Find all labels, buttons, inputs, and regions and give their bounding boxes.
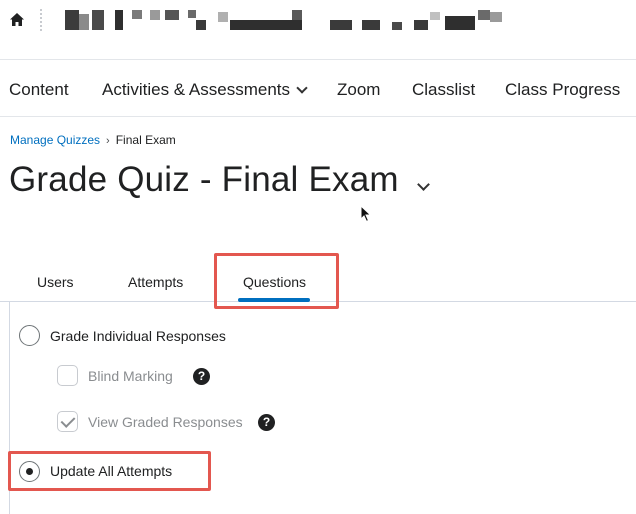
nav-item-activities-assessments[interactable]: Activities & Assessments xyxy=(102,80,308,100)
nav-item-label: Class Progress xyxy=(505,80,621,99)
help-icon[interactable]: ? xyxy=(193,368,210,385)
nav-item-label: Content xyxy=(9,80,69,99)
checkbox-blind-marking[interactable] xyxy=(57,365,78,386)
nav-item-content[interactable]: Content xyxy=(9,80,69,100)
breadcrumb: Manage Quizzes › Final Exam xyxy=(10,133,176,147)
checkbox-view-graded-responses[interactable] xyxy=(57,411,78,432)
course-navigation: Content Activities & Assessments Zoom Cl… xyxy=(0,59,636,117)
grade-individual-responses-label: Grade Individual Responses xyxy=(50,328,226,344)
title-menu-chevron-icon[interactable] xyxy=(417,178,430,191)
blind-marking-label: Blind Marking xyxy=(88,368,173,384)
view-graded-responses-label: View Graded Responses xyxy=(88,414,243,430)
home-icon[interactable] xyxy=(9,12,25,28)
help-icon[interactable]: ? xyxy=(258,414,275,431)
highlight-box-update-all-attempts xyxy=(8,451,211,491)
nav-item-classlist[interactable]: Classlist xyxy=(412,80,475,100)
nav-item-label: Activities & Assessments xyxy=(102,80,291,99)
breadcrumb-current: Final Exam xyxy=(115,133,176,147)
nav-item-label: Zoom xyxy=(337,80,381,99)
top-navbar xyxy=(0,0,636,48)
mouse-cursor-icon xyxy=(360,205,372,223)
breadcrumb-link-manage-quizzes[interactable]: Manage Quizzes xyxy=(10,133,100,147)
nav-item-class-progress[interactable]: Class Progress xyxy=(505,80,620,100)
chevron-down-icon xyxy=(296,82,308,94)
nav-item-label: Classlist xyxy=(412,80,476,99)
nav-item-zoom[interactable]: Zoom xyxy=(337,80,380,100)
tab-attempts[interactable]: Attempts xyxy=(128,274,183,290)
breadcrumb-separator: › xyxy=(106,135,110,147)
tab-users[interactable]: Users xyxy=(37,274,74,290)
highlight-box-questions-tab xyxy=(214,253,339,309)
radio-grade-individual-responses[interactable] xyxy=(19,325,40,346)
page-title: Grade Quiz - Final Exam xyxy=(9,160,399,199)
top-divider xyxy=(40,9,42,31)
